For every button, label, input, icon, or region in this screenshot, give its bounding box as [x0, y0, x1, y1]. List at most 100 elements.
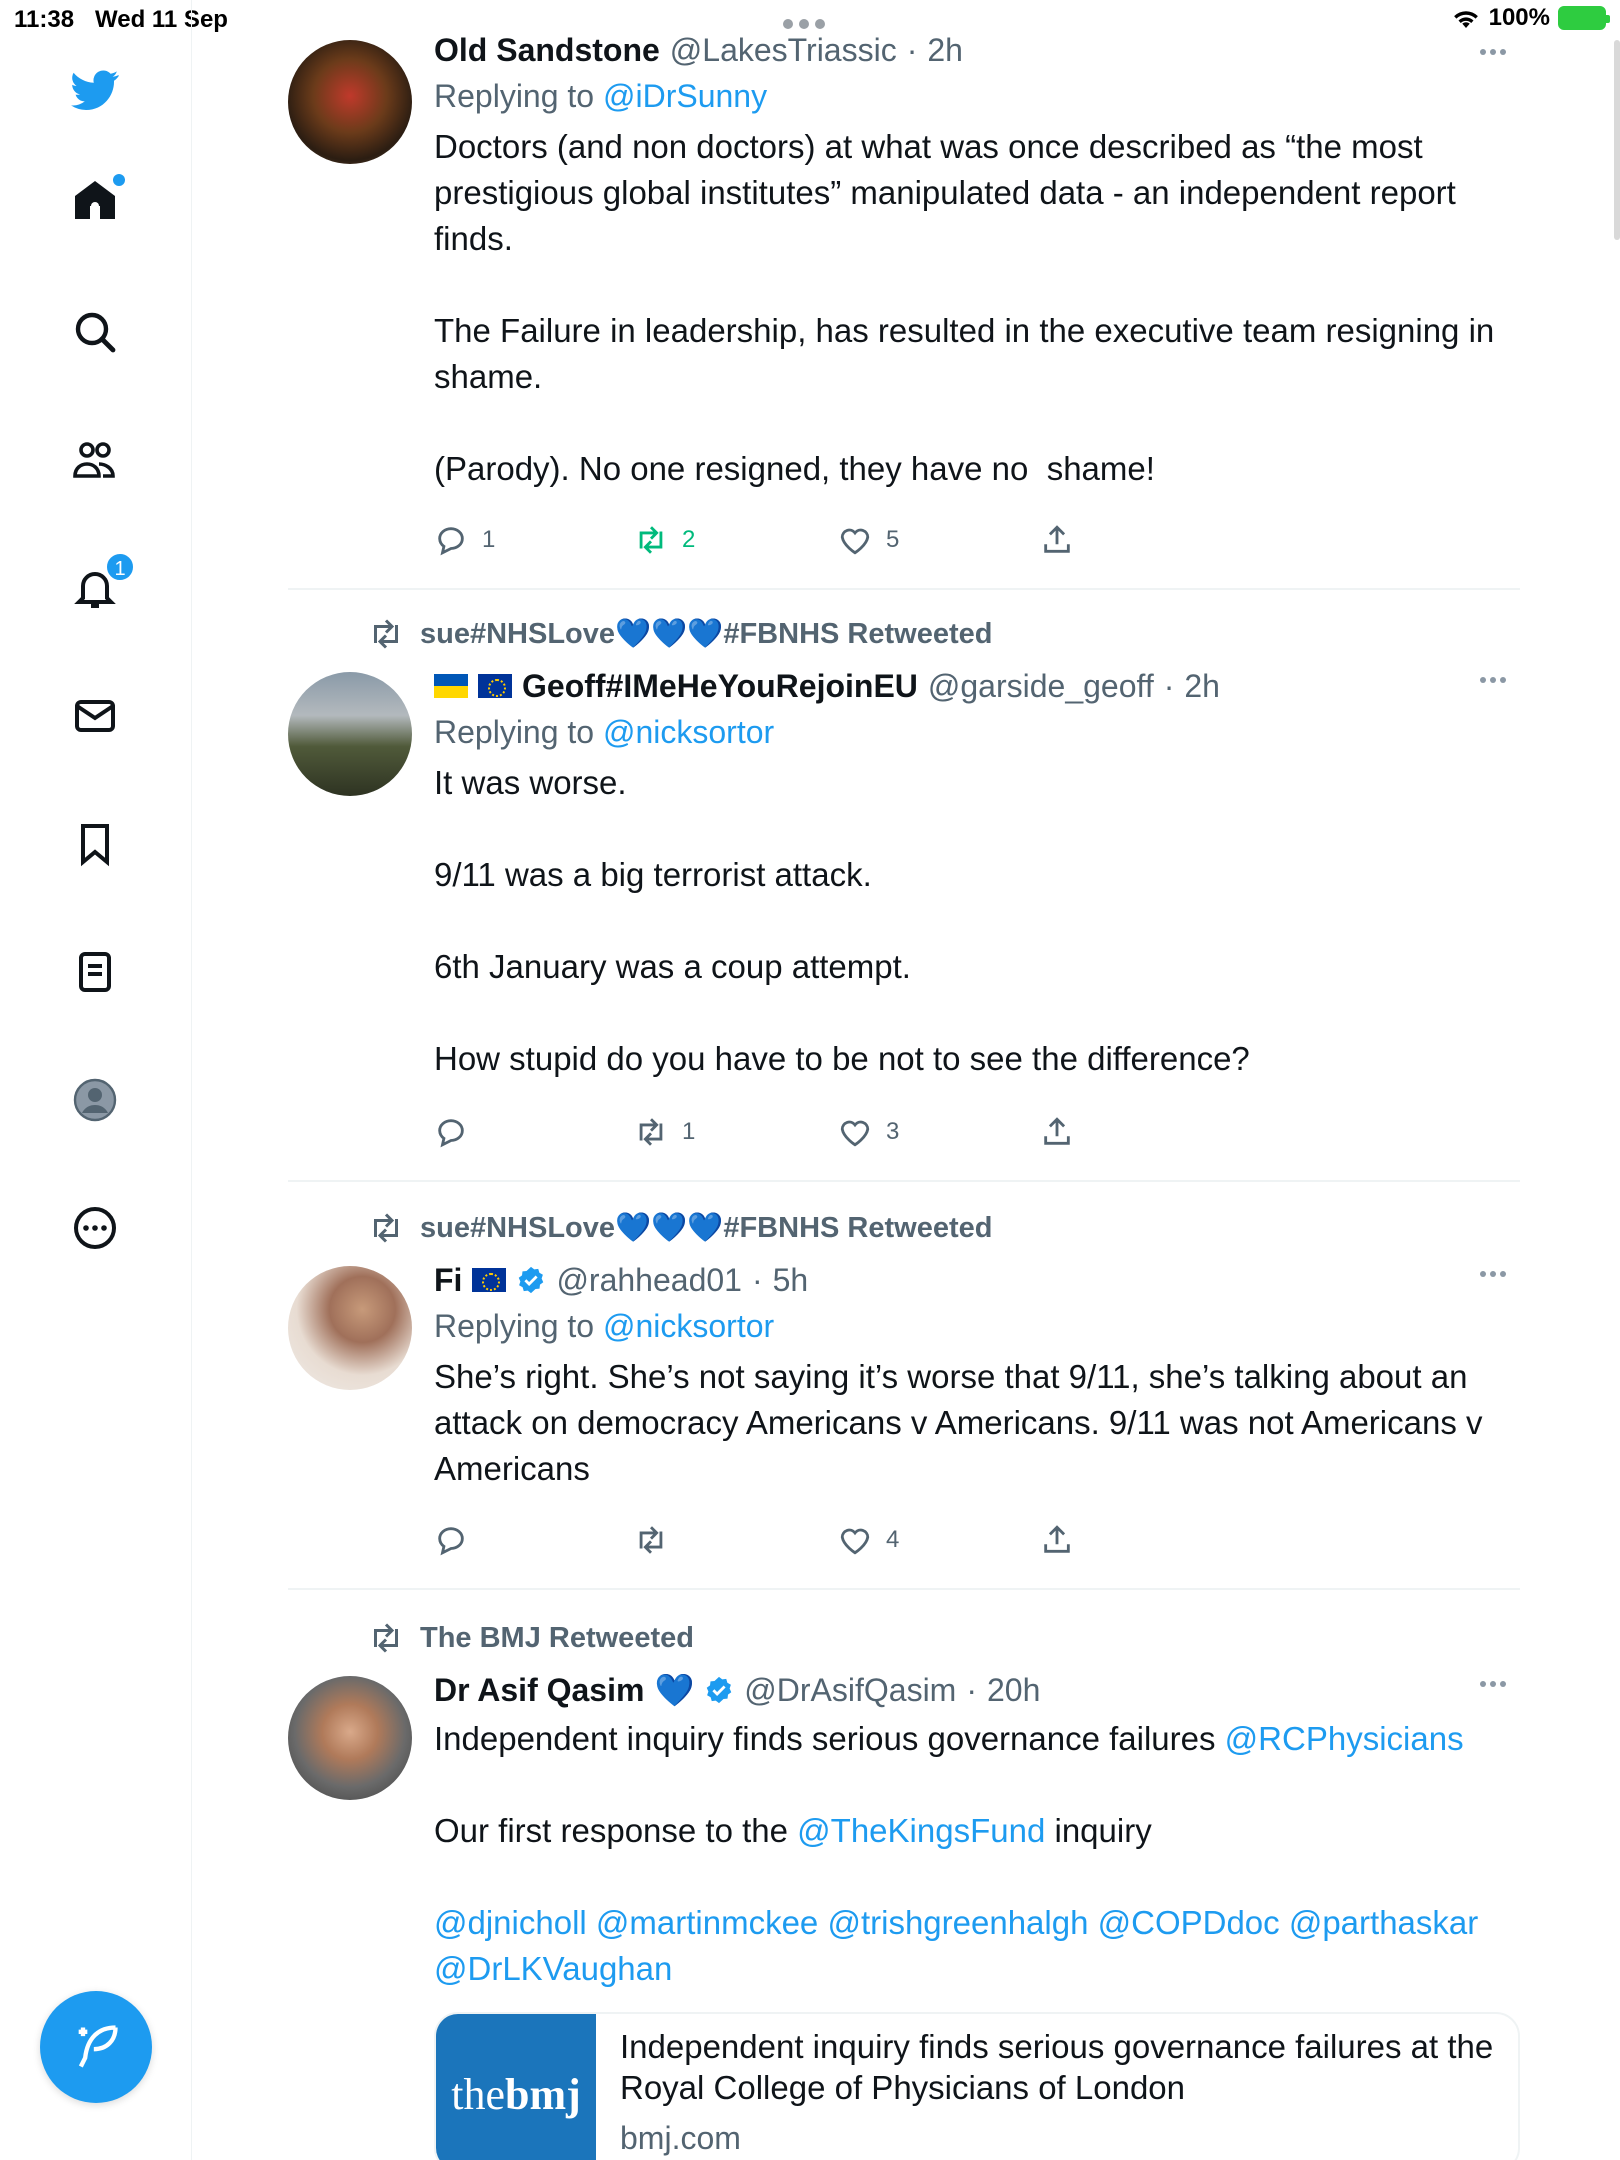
share-button[interactable] [1040, 1520, 1074, 1560]
like-count: 3 [886, 1118, 900, 1145]
retweet-icon [374, 619, 398, 649]
like-count: 4 [886, 1526, 900, 1553]
ukraine-flag-icon [434, 674, 468, 698]
more-options-icon[interactable] [65, 1198, 125, 1258]
reply-mention-link[interactable]: @nicksortor [603, 714, 774, 750]
compose-tweet-button[interactable] [40, 1991, 152, 2103]
retweeted-by[interactable]: sue#NHSLove💙💙💙#FBNHS Retweeted [368, 1210, 992, 1246]
tweet-more-icon[interactable] [1480, 42, 1520, 66]
tweet-time[interactable]: 5h [773, 1262, 809, 1299]
tweet-divider [288, 1180, 1520, 1182]
lists-icon[interactable] [65, 942, 125, 1002]
author-name[interactable]: Old Sandstone [434, 32, 660, 69]
retweet-icon [639, 526, 663, 554]
like-button[interactable]: 3 [838, 1112, 899, 1152]
author-handle[interactable]: @DrAsifQasim [744, 1672, 956, 1709]
notifications-badge: 1 [105, 552, 135, 582]
retweet-icon [374, 1213, 398, 1243]
replying-to: Replying to @iDrSunny [434, 78, 768, 114]
author-name[interactable]: Dr Asif Qasim [434, 1672, 644, 1709]
reply-icon [438, 527, 464, 556]
reply-button[interactable] [434, 1112, 482, 1152]
tweet-time[interactable]: 20h [987, 1672, 1040, 1709]
like-count: 5 [886, 526, 900, 553]
timeline: Old Sandstone @LakesTriassic · 2h Replyi… [192, 0, 1620, 2160]
bmj-logo: the bmj [436, 2014, 596, 2160]
replying-to: Replying to @nicksortor [434, 714, 775, 750]
tweet[interactable]: Old Sandstone @LakesTriassic · 2h Replyi… [288, 32, 1520, 566]
tweet[interactable]: The BMJ Retweeted Dr Asif Qasim 💙 @DrAsi… [288, 1620, 1520, 2160]
tweet-divider [288, 588, 1520, 590]
verified-badge-icon [707, 1676, 732, 1704]
tweet-more-icon[interactable] [1480, 1264, 1520, 1288]
tweet-text: It was worse. 9/11 was a big terrorist a… [434, 764, 1250, 1077]
mention-link[interactable]: @RCPhysicians [1225, 1720, 1464, 1757]
reply-icon [438, 1119, 464, 1148]
reply-icon [438, 1527, 464, 1556]
author-name[interactable]: Geoff#IMeHeYouRejoinEU [522, 668, 918, 705]
tweet[interactable]: sue#NHSLove💙💙💙#FBNHS Retweeted Fi @rahhe… [288, 1210, 1520, 1590]
communities-icon[interactable] [65, 430, 125, 490]
author-name[interactable]: Fi [434, 1262, 462, 1299]
retweet-icon [639, 1526, 663, 1554]
scrollbar[interactable] [1614, 40, 1620, 240]
share-icon [1044, 1525, 1070, 1553]
blue-heart-emoji: 💙 [654, 1672, 695, 1708]
retweeted-by[interactable]: The BMJ Retweeted [368, 1620, 694, 1656]
author-handle[interactable]: @LakesTriassic [670, 32, 897, 69]
home-icon[interactable] [65, 170, 125, 230]
tweet-text: She’s right. She’s not saying it’s worse… [434, 1358, 1490, 1487]
author-handle[interactable]: @rahhead01 [556, 1262, 742, 1299]
avatar-old-sandstone[interactable] [288, 40, 412, 164]
like-button[interactable]: 4 [838, 1520, 899, 1560]
eu-flag-icon [472, 1268, 507, 1292]
tweet-more-icon[interactable] [1480, 1674, 1520, 1698]
retweeted-by[interactable]: sue#NHSLove💙💙💙#FBNHS Retweeted [368, 616, 992, 652]
tweet-text: Doctors (and non doctors) at what was on… [434, 128, 1495, 487]
link-card[interactable]: the bmj Independent inquiry finds serious… [434, 2012, 1520, 2160]
sidebar: 1 [0, 0, 192, 2160]
reply-mention-link[interactable]: @iDrSunny [603, 78, 767, 114]
mention-link[interactable]: @TheKingsFund [797, 1812, 1045, 1849]
author-handle[interactable]: @garside_geoff [928, 668, 1154, 705]
reply-button[interactable] [434, 1520, 482, 1560]
tweet[interactable]: sue#NHSLove💙💙💙#FBNHS Retweeted Geoff#IMe… [288, 616, 1520, 1176]
link-card-title: Independent inquiry finds serious govern… [620, 2028, 1494, 2106]
tweet-more-icon[interactable] [1480, 670, 1520, 694]
avatar-asif-qasim[interactable] [288, 1676, 412, 1800]
avatar-fi[interactable] [288, 1266, 412, 1390]
home-unread-dot [113, 174, 125, 186]
retweet-button[interactable]: 1 [634, 1112, 695, 1152]
reply-mention-link[interactable]: @nicksortor [603, 1308, 774, 1344]
share-button[interactable] [1040, 520, 1074, 560]
share-button[interactable] [1040, 1112, 1074, 1152]
mention-links[interactable]: @djnicholl @martinmckee @trishgreenhalgh… [434, 1904, 1487, 1987]
twitter-logo-icon[interactable] [65, 60, 125, 120]
tweet-text: Independent inquiry finds serious govern… [434, 1720, 1488, 1987]
tweet-divider [288, 1588, 1520, 1590]
messages-envelope-icon[interactable] [65, 686, 125, 746]
retweet-button[interactable]: 2 [634, 520, 695, 560]
retweet-button[interactable] [634, 1520, 682, 1560]
retweet-icon [374, 1623, 398, 1653]
search-icon[interactable] [65, 302, 125, 362]
reply-count: 1 [482, 526, 496, 553]
tweet-time[interactable]: 2h [1184, 668, 1220, 705]
heart-icon [840, 1120, 870, 1147]
profile-avatar-icon[interactable] [65, 1070, 125, 1130]
reply-button[interactable]: 1 [434, 520, 495, 560]
bookmarks-icon[interactable] [65, 814, 125, 874]
retweet-count: 1 [682, 1118, 696, 1145]
retweet-icon [639, 1118, 663, 1146]
notifications-bell-icon[interactable]: 1 [65, 552, 135, 618]
verified-badge-icon [519, 1266, 544, 1294]
share-icon [1044, 1117, 1070, 1145]
tweet-time[interactable]: 2h [927, 32, 963, 69]
avatar-geoff[interactable] [288, 672, 412, 796]
eu-flag-icon [478, 674, 512, 698]
like-button[interactable]: 5 [838, 520, 899, 560]
heart-icon [840, 528, 870, 555]
retweet-count: 2 [682, 526, 696, 553]
link-card-domain: bmj.com [620, 2120, 741, 2156]
share-icon [1044, 525, 1070, 553]
